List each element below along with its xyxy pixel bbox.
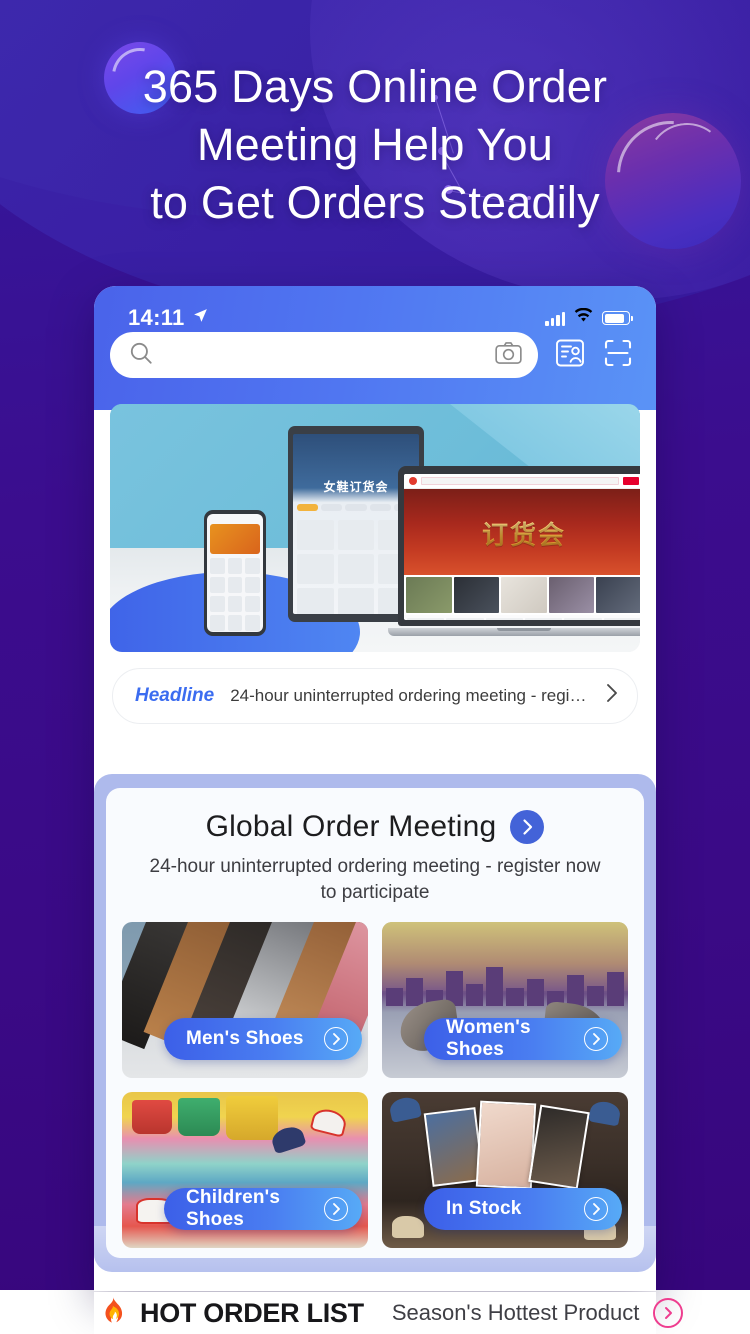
category-pill-childrens-shoes[interactable]: Children's Shoes xyxy=(164,1187,362,1230)
hot-order-list-subtitle: Season's Hottest Product xyxy=(391,1300,640,1325)
notice-tag: Headline xyxy=(135,685,215,706)
category-tiles: Men's Shoes Women's Shoes Children's Sho… xyxy=(122,922,628,1248)
category-label: In Stock xyxy=(446,1198,522,1219)
chevron-right-circle-icon[interactable] xyxy=(324,1197,348,1221)
hero-site-search-button xyxy=(623,477,639,485)
hero-laptop-screen: 订货会 xyxy=(404,474,640,620)
app-header: 14:11 xyxy=(94,286,656,410)
global-order-meeting-panel: Global Order Meeting 24-hour uninterrupt… xyxy=(106,788,644,1258)
status-bar-right xyxy=(545,307,633,328)
search-row xyxy=(94,332,656,378)
category-tile-mens-shoes[interactable]: Men's Shoes xyxy=(122,922,368,1078)
chevron-right-circle-icon[interactable] xyxy=(584,1197,608,1221)
notice-text: 24-hour uninterrupted ordering meeting -… xyxy=(230,686,589,705)
hero-laptop-banner: 订货会 xyxy=(404,489,640,575)
status-bar-left: 14:11 xyxy=(128,305,209,331)
hero-phone-banner xyxy=(210,524,260,554)
hero-laptop-caption: 订货会 xyxy=(404,515,640,552)
flame-icon xyxy=(100,1296,126,1330)
status-time: 14:11 xyxy=(128,305,185,330)
hero-laptop-product-strip xyxy=(404,575,640,615)
hero-banner[interactable]: 女鞋订货会 订货会 xyxy=(110,404,640,652)
cellular-signal-icon xyxy=(545,311,565,326)
global-order-meeting-section: Global Order Meeting 24-hour uninterrupt… xyxy=(94,774,656,1272)
chevron-right-circle-icon[interactable] xyxy=(324,1027,348,1051)
page-title: Global Order Meeting xyxy=(205,810,497,843)
hero-phone-device xyxy=(204,510,266,636)
hero-phone-screen xyxy=(207,514,263,632)
hero-site-search xyxy=(421,477,619,485)
category-tile-childrens-shoes[interactable]: Children's Shoes xyxy=(122,1092,368,1248)
hero-phone-grid xyxy=(210,558,260,631)
battery-icon xyxy=(602,311,633,325)
promo-headline: 365 Days Online Order Meeting Help You t… xyxy=(0,58,750,232)
category-pill-mens-shoes[interactable]: Men's Shoes xyxy=(164,1018,362,1060)
hero-laptop-footer-grid xyxy=(404,615,640,620)
category-pill-in-stock[interactable]: In Stock xyxy=(424,1188,622,1230)
category-label: Women's Shoes xyxy=(446,1017,531,1060)
location-arrow-icon xyxy=(192,307,209,329)
hero-laptop-lid: 订货会 xyxy=(398,466,640,626)
chevron-right-circle-icon[interactable] xyxy=(584,1027,608,1051)
hero-site-logo-icon xyxy=(409,477,417,485)
status-bar: 14:11 xyxy=(94,286,656,332)
wifi-icon xyxy=(574,307,593,328)
hot-order-list-title: HOT ORDER LIST xyxy=(140,1297,364,1328)
hero-banner-wrap: 女鞋订货会 订货会 xyxy=(94,404,656,652)
hero-laptop-topbar xyxy=(404,474,640,489)
category-tile-womens-shoes[interactable]: Women's Shoes xyxy=(382,922,628,1078)
category-label: Men's Shoes xyxy=(186,1028,304,1049)
camera-icon[interactable] xyxy=(495,341,522,370)
category-tile-in-stock[interactable]: In Stock xyxy=(382,1092,628,1248)
scan-code-icon[interactable] xyxy=(602,337,634,374)
hero-laptop-device: 订货会 xyxy=(388,466,640,642)
chevron-right-circle-icon[interactable] xyxy=(653,1298,684,1328)
chevron-right-icon[interactable] xyxy=(605,682,619,710)
search-icon xyxy=(128,340,154,371)
hero-laptop-base xyxy=(388,628,640,636)
headline-line-1: 365 Days Online Order xyxy=(142,61,608,112)
notice-wrap: Headline 24-hour uninterrupted ordering … xyxy=(94,652,656,724)
panel-subtitle: 24-hour uninterrupted ordering meeting -… xyxy=(149,856,601,903)
category-label: Children's Shoes xyxy=(186,1187,281,1230)
category-pill-womens-shoes[interactable]: Women's Shoes xyxy=(424,1017,622,1060)
headline-line-3: to Get Orders Steadily xyxy=(150,177,600,228)
panel-title-row: Global Order Meeting xyxy=(122,810,628,844)
search-input[interactable] xyxy=(110,332,538,378)
global-order-meeting-go-button[interactable] xyxy=(510,810,545,844)
supplier-card-icon[interactable] xyxy=(554,337,586,374)
headline-notice-bar[interactable]: Headline 24-hour uninterrupted ordering … xyxy=(112,668,638,724)
hot-order-list-header: HOT ORDER LIST Season's Hottest Product xyxy=(94,1292,684,1334)
headline-line-2: Meeting Help You xyxy=(197,119,553,170)
